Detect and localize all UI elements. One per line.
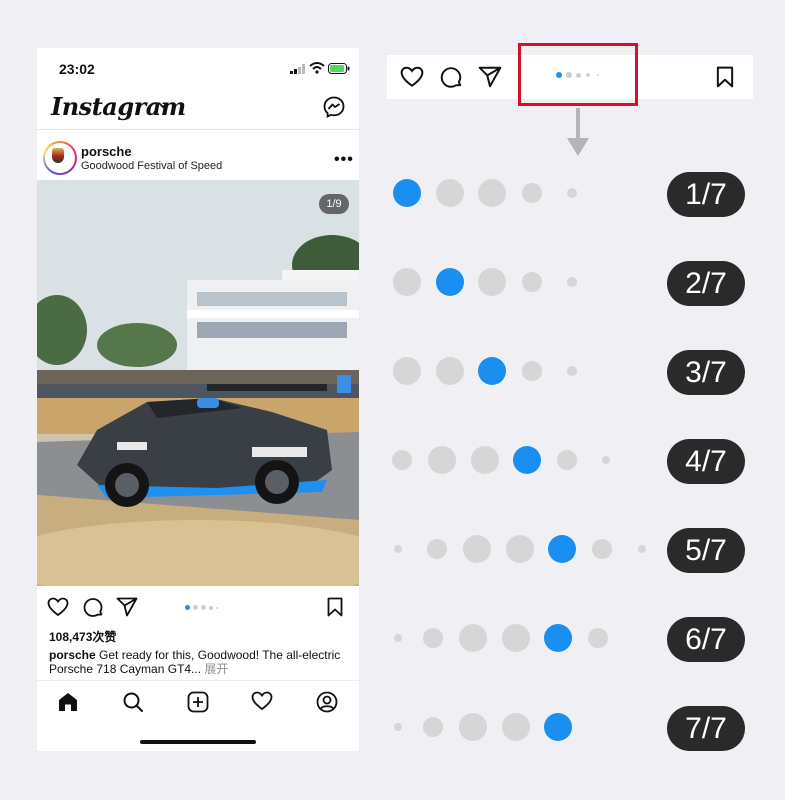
indicator-row-3: 3/7: [380, 349, 760, 395]
dot: [478, 268, 506, 296]
dot: [522, 183, 542, 203]
caption-expand-link[interactable]: 展开: [204, 662, 228, 676]
dot: [393, 268, 421, 296]
indicator-row-2: 2/7: [380, 260, 760, 306]
dot: [522, 272, 542, 292]
post-location[interactable]: Goodwood Festival of Speed: [81, 160, 222, 172]
dot: [463, 535, 491, 563]
share-icon: [478, 66, 502, 88]
state-label-pill: 4/7: [667, 439, 745, 484]
dot: [506, 535, 534, 563]
like-count[interactable]: 108,473次赞: [49, 628, 116, 645]
chevron-down-icon[interactable]: [158, 102, 168, 109]
bookmark-icon: [716, 66, 734, 88]
heart-icon: [400, 66, 424, 87]
post-actions: [37, 593, 359, 621]
dot: [502, 624, 530, 652]
dot: [638, 545, 646, 553]
highlight-box: [518, 43, 638, 106]
dot: [557, 450, 577, 470]
comment-icon[interactable]: [82, 597, 104, 619]
add-post-icon[interactable]: [187, 691, 209, 713]
carousel-dot: [201, 605, 206, 610]
dot-active: [436, 268, 464, 296]
header-divider: [37, 129, 359, 130]
cellular-signal-icon: [290, 64, 305, 74]
dot-active: [513, 446, 541, 474]
dot: [588, 628, 608, 648]
dot: [394, 545, 402, 553]
post-photo[interactable]: 1/9: [37, 180, 359, 586]
dot: [427, 539, 447, 559]
image-counter-badge: 1/9: [319, 194, 349, 214]
indicator-row-4: 4/7: [380, 438, 760, 484]
more-options-icon[interactable]: •••: [334, 151, 354, 169]
dot-active: [478, 357, 506, 385]
race-car-photo: [37, 180, 359, 586]
state-label-pill: 1/7: [667, 172, 745, 217]
dot: [471, 446, 499, 474]
dot: [567, 366, 577, 376]
carousel-dot: [193, 605, 198, 610]
state-label-pill: 2/7: [667, 261, 745, 306]
wifi-icon: [309, 62, 325, 74]
bottom-tab-bar: [37, 680, 359, 720]
status-bar: 23:02: [37, 48, 359, 88]
dot-active: [548, 535, 576, 563]
dot-active: [544, 624, 572, 652]
state-label-pill: 7/7: [667, 706, 745, 751]
porsche-crest-icon: [52, 148, 64, 163]
profile-icon[interactable]: [316, 691, 338, 713]
dot: [392, 450, 412, 470]
post-header: porsche Goodwood Festival of Speed •••: [37, 136, 359, 180]
dot: [592, 539, 612, 559]
dot-active: [393, 179, 421, 207]
heart-icon[interactable]: [47, 597, 69, 617]
dot: [423, 628, 443, 648]
state-label-pill: 5/7: [667, 528, 745, 573]
carousel-dot: [209, 605, 213, 610]
dot: [423, 717, 443, 737]
dot: [459, 624, 487, 652]
state-label-pill: 6/7: [667, 617, 745, 662]
post-caption: porsche Get ready for this, Goodwood! Th…: [49, 648, 349, 676]
dot: [394, 634, 402, 642]
dot: [567, 188, 577, 198]
dot: [502, 713, 530, 741]
dot-active: [544, 713, 572, 741]
post-username[interactable]: porsche: [81, 144, 132, 159]
dot: [393, 357, 421, 385]
carousel-dot-active: [185, 605, 190, 610]
dot: [428, 446, 456, 474]
home-icon[interactable]: [57, 691, 79, 713]
dot: [459, 713, 487, 741]
dot: [522, 361, 542, 381]
activity-heart-icon[interactable]: [251, 691, 273, 711]
dot: [436, 179, 464, 207]
indicator-row-6: 6/7: [380, 616, 760, 662]
dot: [394, 723, 402, 731]
caption-username[interactable]: porsche: [49, 648, 96, 662]
carousel-dot: [216, 606, 218, 609]
dot: [567, 277, 577, 287]
arrow-down-icon: [567, 108, 589, 156]
dot: [602, 456, 610, 464]
instagram-header: Instagram: [37, 88, 359, 128]
home-indicator: [140, 740, 256, 744]
avatar[interactable]: [43, 141, 77, 175]
indicator-row-7: 7/7: [380, 705, 760, 751]
dot: [436, 357, 464, 385]
indicator-row-1: 1/7: [380, 171, 760, 217]
state-label-pill: 3/7: [667, 350, 745, 395]
status-time: 23:02: [59, 61, 95, 77]
messenger-icon[interactable]: [323, 96, 345, 118]
share-icon[interactable]: [116, 597, 138, 617]
indicator-row-5: 5/7: [380, 527, 760, 573]
search-icon[interactable]: [122, 691, 144, 713]
battery-icon: [328, 63, 350, 74]
bookmark-icon[interactable]: [327, 597, 343, 617]
comment-icon: [440, 67, 462, 88]
phone-screen: 23:02 Instagram porsche Goodwood Festiva…: [37, 48, 359, 751]
dot: [478, 179, 506, 207]
